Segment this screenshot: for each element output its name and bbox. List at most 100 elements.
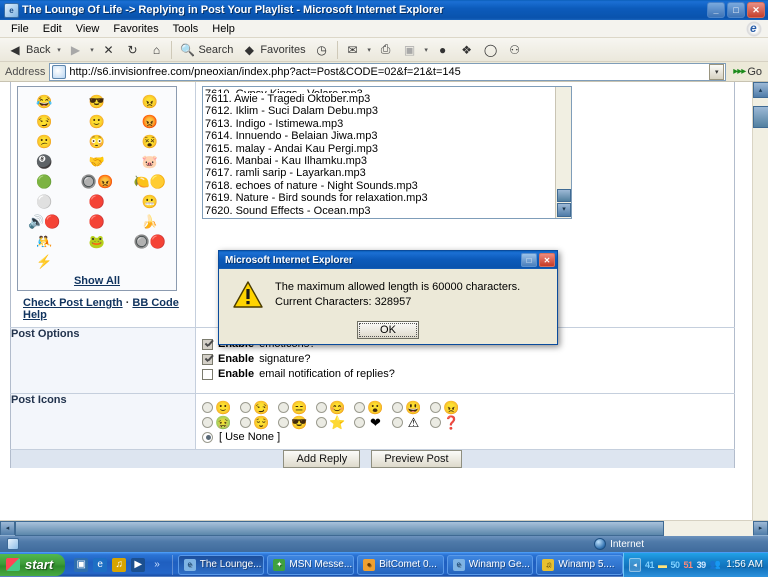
tray-icon-50[interactable]: 50 [671, 560, 680, 570]
post-icon-radio[interactable] [316, 402, 327, 413]
post-icon-radio[interactable] [354, 417, 365, 428]
emoticon-item[interactable]: 😵 [142, 133, 158, 149]
post-icon-option[interactable]: 😃 [392, 401, 421, 414]
post-icon-option[interactable]: ⭐ [316, 416, 345, 429]
post-icon-radio[interactable] [278, 402, 289, 413]
task-button-the-lounge[interactable]: e The Lounge... [178, 555, 265, 575]
discuss-button[interactable]: ● [431, 39, 455, 61]
tray-icon-bar[interactable]: ▬ [658, 560, 667, 570]
emoticon-item[interactable]: 🍋🟡 [133, 173, 167, 189]
dialog-close-button[interactable]: ✕ [539, 253, 555, 267]
enable-signature-checkbox[interactable] [202, 354, 213, 365]
task-button-winamp-gen[interactable]: e Winamp Ge... [447, 555, 534, 575]
extra-tool-2-button[interactable]: ⚇ [503, 39, 527, 61]
emoticon-item[interactable]: 🙂 [89, 113, 105, 129]
menu-item-file[interactable]: File [4, 22, 36, 36]
mail-dropdown-caret-icon[interactable]: ▾ [365, 46, 374, 54]
tray-icon-39[interactable]: 39 [697, 560, 706, 570]
emoticon-item[interactable]: 🐷 [142, 153, 158, 169]
emoticon-item[interactable]: 🔘😡 [80, 173, 114, 189]
task-button-msn-messenger[interactable]: ✦ MSN Messe... [267, 555, 354, 575]
message-textarea[interactable]: 7610. Gypsy Kings - Volare.mp3 7611. Awi… [202, 86, 572, 219]
post-icon-option[interactable]: 😠 [430, 401, 459, 414]
post-icon-option[interactable]: 😊 [316, 401, 345, 414]
option-enable-email-notification[interactable]: Enable email notification of replies? [202, 368, 734, 380]
tray-icon-41[interactable]: 41 [645, 560, 654, 570]
emoticon-item[interactable]: 🤝 [89, 153, 105, 169]
post-icon-radio[interactable] [392, 417, 403, 428]
internet-explorer-icon[interactable]: e [93, 558, 107, 572]
horizontal-scrollbar-thumb[interactable] [15, 521, 664, 536]
post-icon-option[interactable]: 😮 [354, 401, 383, 414]
textarea-scroll-down-button[interactable]: ▾ [557, 203, 571, 217]
quick-launch-chevron-icon[interactable]: » [150, 559, 164, 570]
textarea-scrollbar-thumb[interactable] [557, 189, 571, 202]
tray-expand-chevron-icon[interactable]: ◂ [629, 558, 641, 572]
maximize-button[interactable]: □ [727, 2, 745, 18]
option-enable-signature[interactable]: Enable signature? [202, 353, 734, 365]
go-button[interactable]: ▸▸▸ Go [730, 66, 765, 78]
use-none-radio[interactable] [202, 432, 213, 443]
post-icon-option[interactable]: ⚠ [392, 416, 421, 429]
menu-item-view[interactable]: View [69, 22, 107, 36]
show-desktop-icon[interactable]: ▣ [74, 558, 88, 572]
emoticon-item[interactable]: 🔊🔴 [27, 213, 61, 229]
emoticon-item[interactable]: 😡 [142, 113, 158, 129]
back-button[interactable]: ◀ Back [3, 39, 54, 61]
post-icon-option[interactable]: 😏 [240, 401, 269, 414]
horizontal-scrollbar-track[interactable] [15, 521, 753, 536]
post-icon-radio[interactable] [430, 417, 441, 428]
home-button[interactable]: ⌂ [144, 39, 168, 61]
emoticon-item[interactable]: 😎 [89, 93, 105, 109]
emoticon-item[interactable]: 🍌 [142, 213, 158, 229]
emoticon-item[interactable]: 😬 [142, 193, 158, 209]
enable-emoticons-checkbox[interactable] [202, 339, 213, 350]
emoticon-item[interactable]: 🎱 [36, 153, 52, 169]
post-icon-radio[interactable] [240, 417, 251, 428]
forward-button[interactable]: ▶ [63, 39, 87, 61]
mail-button[interactable]: ✉ [341, 39, 365, 61]
emoticon-item[interactable]: 🔴 [89, 213, 105, 229]
post-icon-option[interactable]: 😌 [240, 416, 269, 429]
show-all-emoticons-link[interactable]: Show All [18, 275, 176, 287]
emoticon-item[interactable]: ⚪ [36, 193, 52, 209]
media-player-icon[interactable]: ▶ [131, 558, 145, 572]
extra-tool-1-button[interactable]: ◯ [479, 39, 503, 61]
emoticon-item[interactable]: 🐸 [89, 233, 105, 249]
emoticon-item[interactable]: 😏 [36, 113, 52, 129]
scroll-left-button[interactable]: ◂ [0, 521, 15, 536]
post-icon-use-none-option[interactable]: [ Use None ] [202, 431, 734, 443]
emoticon-item[interactable]: 😠 [142, 93, 158, 109]
emoticon-item[interactable]: ⚡ [36, 253, 52, 269]
textarea-scrollbar[interactable]: ▾ [555, 87, 571, 218]
print-button[interactable]: ⎙ [374, 39, 398, 61]
vertical-scrollbar-thumb[interactable] [753, 106, 768, 128]
dialog-ok-button[interactable]: OK [357, 321, 419, 339]
stop-button[interactable]: ✕ [96, 39, 120, 61]
enable-email-notification-checkbox[interactable] [202, 369, 213, 380]
start-button[interactable]: start [0, 554, 65, 576]
post-icon-option[interactable]: 🤢 [202, 416, 231, 429]
emoticon-item[interactable]: 😂 [36, 93, 52, 109]
emoticon-item[interactable]: 🔘🔴 [133, 233, 167, 249]
tray-network-icon[interactable]: 👥 [710, 559, 721, 570]
post-icon-radio[interactable] [430, 402, 441, 413]
address-input[interactable]: http://s6.invisionfree.com/pneoxian/inde… [49, 63, 726, 81]
menu-item-tools[interactable]: Tools [166, 22, 206, 36]
messenger-plugin-button[interactable]: ❖ [455, 39, 479, 61]
address-dropdown-caret-icon[interactable]: ▾ [709, 64, 724, 80]
post-icon-radio[interactable] [202, 417, 213, 428]
scroll-up-button[interactable]: ▴ [753, 82, 768, 98]
page-horizontal-scrollbar[interactable]: ◂ ▸ [0, 520, 768, 535]
menu-item-edit[interactable]: Edit [36, 22, 69, 36]
forward-dropdown-caret-icon[interactable]: ▾ [87, 46, 96, 54]
post-icon-radio[interactable] [392, 402, 403, 413]
winamp-icon[interactable]: ♫ [112, 558, 126, 572]
emoticon-item[interactable]: 😳 [89, 133, 105, 149]
post-icon-option[interactable]: ❤ [354, 416, 383, 429]
menu-item-help[interactable]: Help [205, 22, 242, 36]
favorites-button[interactable]: ◆ Favorites [237, 39, 309, 61]
menu-item-favorites[interactable]: Favorites [106, 22, 165, 36]
post-icon-radio[interactable] [316, 417, 327, 428]
add-reply-button[interactable]: Add Reply [283, 450, 360, 468]
